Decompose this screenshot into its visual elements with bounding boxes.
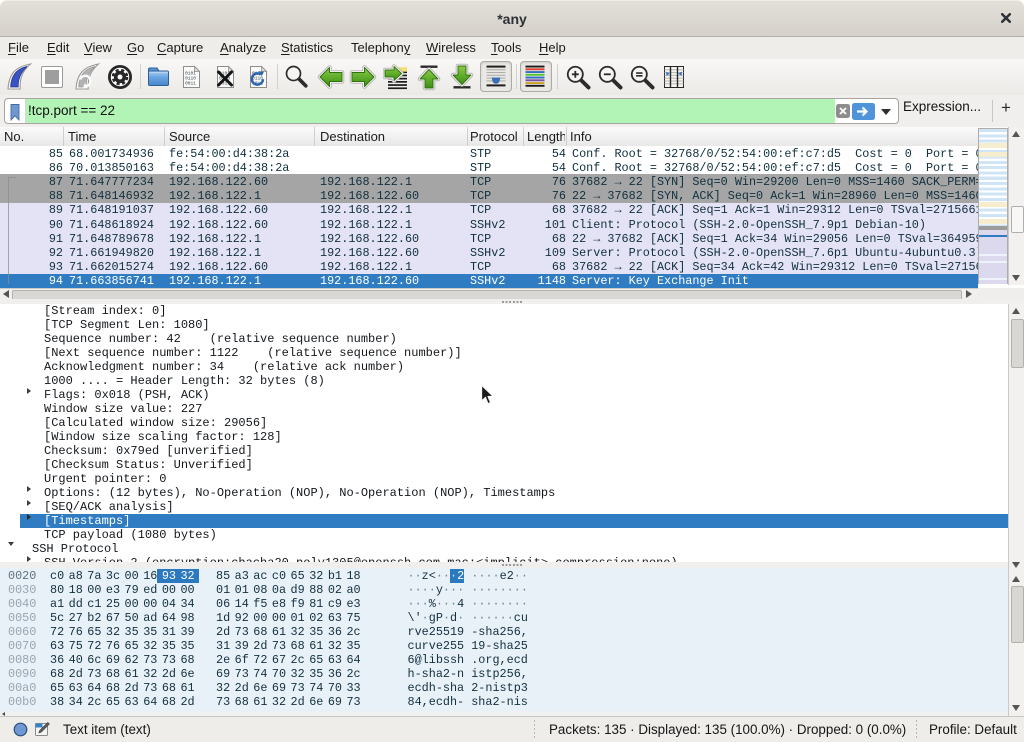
- svg-text:0011: 0011: [185, 81, 196, 87]
